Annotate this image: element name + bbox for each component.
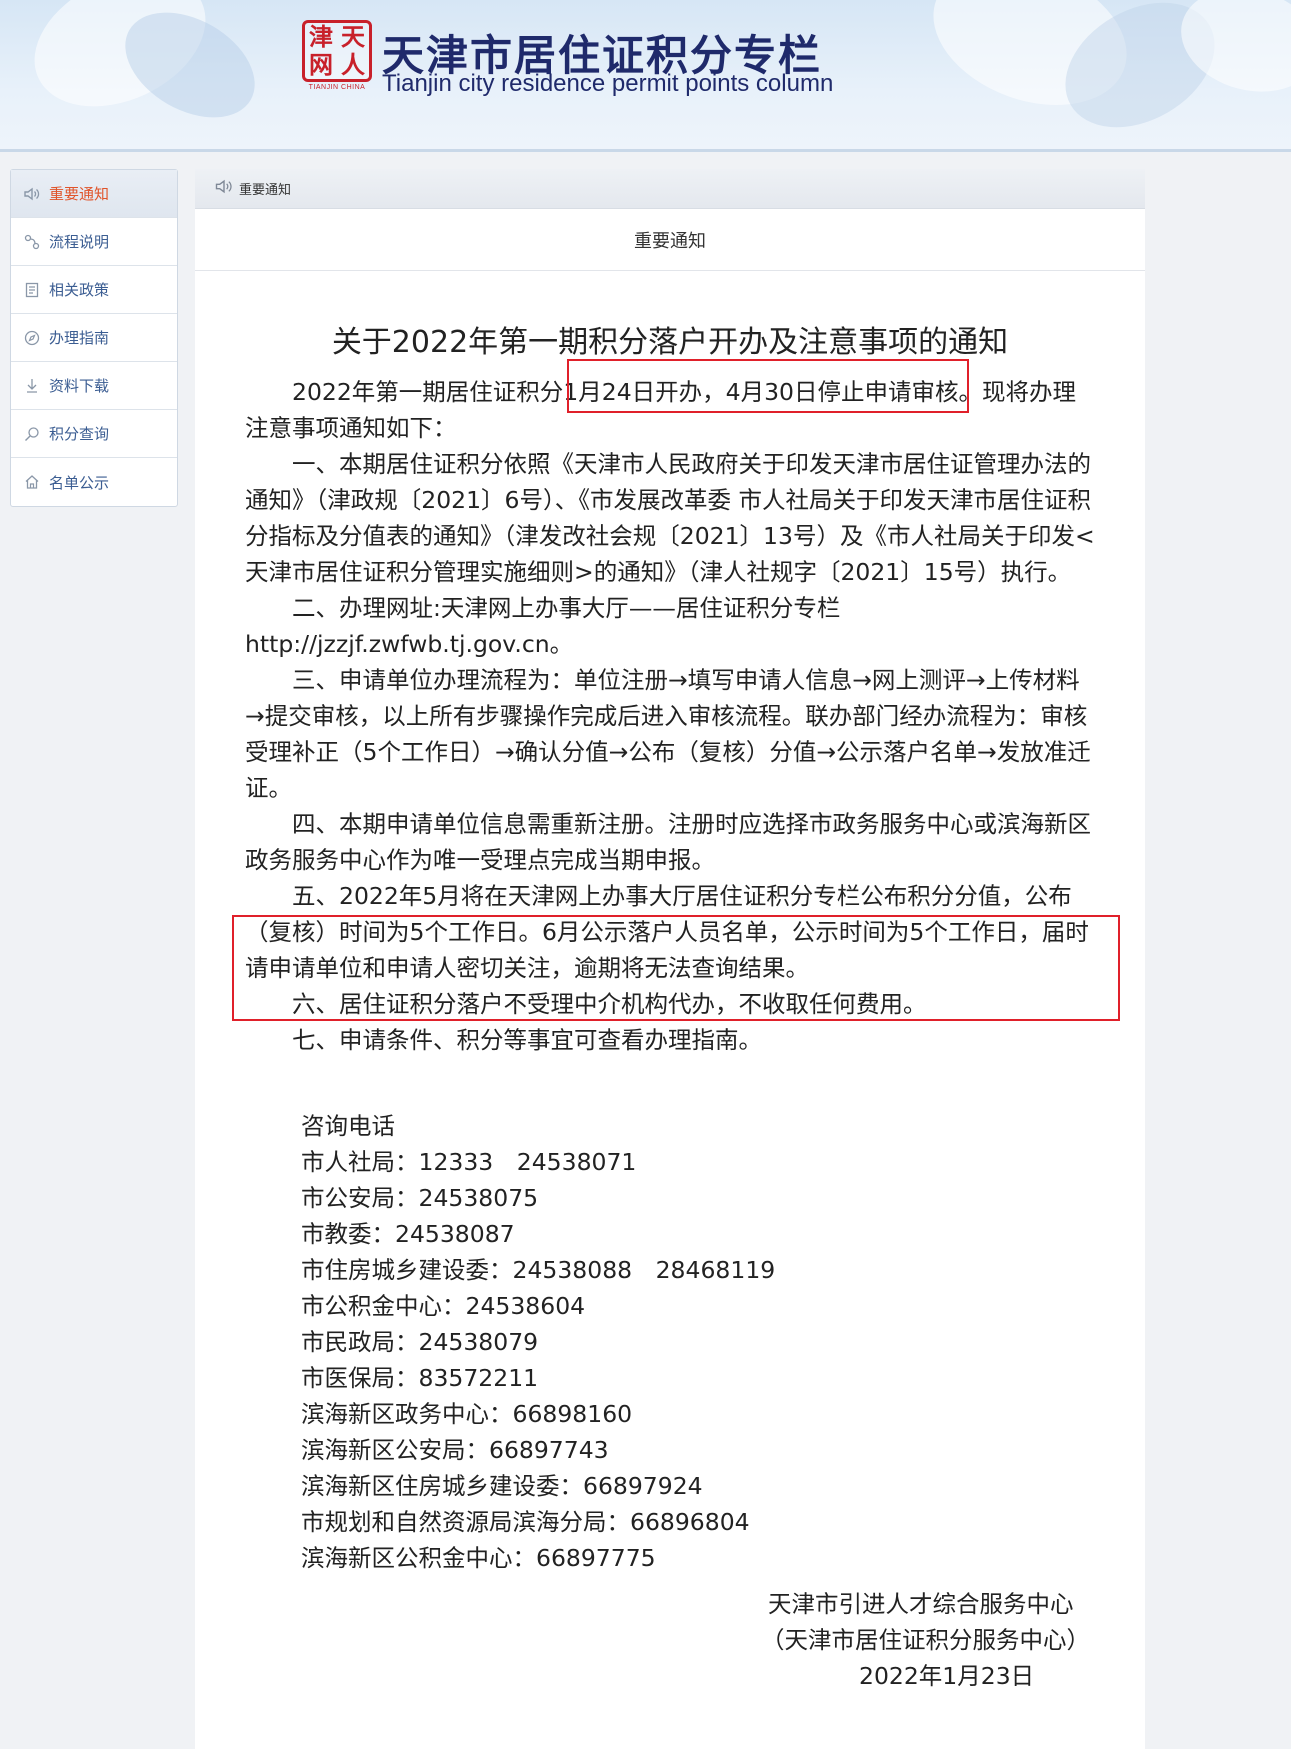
breadcrumb-label[interactable]: 重要通知 bbox=[239, 179, 291, 198]
contact-line: 市民政局：24538079 bbox=[301, 1328, 539, 1356]
paragraph-intro: 2022年第一期居住证积分1月24日开办，4月30日停止申请审核。现将办理注意事… bbox=[245, 378, 1077, 442]
paragraph-5: 五、2022年5月将在天津网上办事大厅居住证积分专栏公布积分分值，公布（复核）时… bbox=[245, 882, 1089, 982]
contact-line: 滨海新区政务中心：66898160 bbox=[301, 1400, 633, 1428]
contacts-title: 咨询电话 bbox=[301, 1112, 395, 1140]
sidebar-item-process[interactable]: 流程说明 bbox=[11, 218, 177, 266]
contact-line: 市住房城乡建设委：24538088 28468119 bbox=[301, 1256, 776, 1284]
paragraph-4: 四、本期申请单位信息需重新注册。注册时应选择市政务服务中心或滨海新区政务服务中心… bbox=[245, 810, 1091, 874]
content-panel: 重要通知 重要通知 关于2022年第一期积分落户开办及注意事项的通知 2022年… bbox=[195, 169, 1145, 1749]
paragraph-3: 三、申请单位办理流程为：单位注册→填写申请人信息→网上测评→上传材料→提交审核，… bbox=[245, 666, 1091, 802]
sidebar-item-label: 名单公示 bbox=[49, 473, 110, 492]
document-body: 2022年第一期居住证积分1月24日开办，4月30日停止申请审核。现将办理注意事… bbox=[245, 374, 1095, 1058]
signature-date: 2022年1月23日 bbox=[859, 1662, 1035, 1690]
contact-line: 滨海新区住房城乡建设委：66897924 bbox=[301, 1472, 703, 1500]
paragraph-6: 六、居住证积分落户不受理中介机构代办，不收取任何费用。 bbox=[292, 990, 927, 1018]
sidebar-item-public-list[interactable]: 名单公示 bbox=[11, 458, 177, 506]
contact-line: 市规划和自然资源局滨海分局：66896804 bbox=[301, 1508, 750, 1536]
home-icon bbox=[23, 473, 41, 491]
sidebar-item-guide[interactable]: 办理指南 bbox=[11, 314, 177, 362]
compass-icon bbox=[23, 329, 41, 347]
contact-line: 市教委：24538087 bbox=[301, 1220, 515, 1248]
paragraph-2: 二、办理网址:天津网上办事大厅——居住证积分专栏http://jzzjf.zwf… bbox=[245, 594, 841, 658]
sidebar-item-label: 积分查询 bbox=[49, 425, 110, 443]
sidebar-item-label: 流程说明 bbox=[49, 233, 110, 251]
signature-org-alt: （天津市居住证积分服务中心） bbox=[761, 1626, 1090, 1654]
contact-line: 市人社局：12333 24538071 bbox=[301, 1148, 637, 1176]
seal-icon: 津 天 网 人 bbox=[302, 20, 372, 82]
breadcrumb: 重要通知 bbox=[195, 169, 1145, 209]
header-banner: 津 天 网 人 TIANJIN CHINA 天津市居住证积分专栏 Tianjin… bbox=[0, 0, 1291, 152]
contact-list: 咨询电话 市人社局：12333 24538071 市公安局：24538075 市… bbox=[301, 1108, 775, 1576]
sidebar-item-points-query[interactable]: 积分查询 bbox=[11, 410, 177, 458]
banner-divider bbox=[0, 149, 1291, 152]
flow-icon bbox=[23, 233, 41, 251]
speaker-icon bbox=[23, 185, 41, 203]
speaker-icon bbox=[215, 179, 233, 198]
contact-line: 市公安局：24538075 bbox=[301, 1184, 539, 1212]
document-icon bbox=[23, 281, 41, 299]
sidebar-nav: 重要通知 流程说明 相关政策 办理指南 资料下载 积分查询 名单公示 bbox=[10, 169, 178, 507]
section-title: 重要通知 bbox=[195, 209, 1145, 271]
logo-subtext: TIANJIN CHINA bbox=[308, 84, 366, 91]
site-logo[interactable]: 津 天 网 人 TIANJIN CHINA bbox=[302, 20, 372, 94]
sidebar-item-label: 办理指南 bbox=[49, 329, 110, 347]
paragraph-1: 一、本期居住证积分依照《天津市人民政府关于印发天津市居住证管理办法的通知》（津政… bbox=[245, 450, 1095, 586]
sidebar-item-notices[interactable]: 重要通知 bbox=[11, 170, 177, 218]
sidebar-item-label: 相关政策 bbox=[49, 281, 110, 299]
contact-line: 市医保局：83572211 bbox=[301, 1364, 539, 1392]
signature-org: 天津市引进人才综合服务中心 bbox=[768, 1590, 1074, 1618]
paragraph-7: 七、申请条件、积分等事宜可查看办理指南。 bbox=[292, 1026, 762, 1054]
sidebar-item-label: 资料下载 bbox=[49, 377, 110, 395]
contact-line: 滨海新区公安局：66897743 bbox=[301, 1436, 609, 1464]
search-icon bbox=[23, 425, 41, 443]
sidebar-item-label: 重要通知 bbox=[49, 185, 110, 203]
contact-line: 滨海新区公积金中心：66897775 bbox=[301, 1544, 656, 1572]
document-title: 关于2022年第一期积分落户开办及注意事项的通知 bbox=[331, 325, 1009, 360]
contact-line: 市公积金中心：24538604 bbox=[301, 1292, 586, 1320]
download-icon bbox=[23, 377, 41, 395]
sidebar-item-policies[interactable]: 相关政策 bbox=[11, 266, 177, 314]
site-subtitle: Tianjin city residence permit points col… bbox=[382, 70, 834, 97]
sidebar-item-downloads[interactable]: 资料下载 bbox=[11, 362, 177, 410]
